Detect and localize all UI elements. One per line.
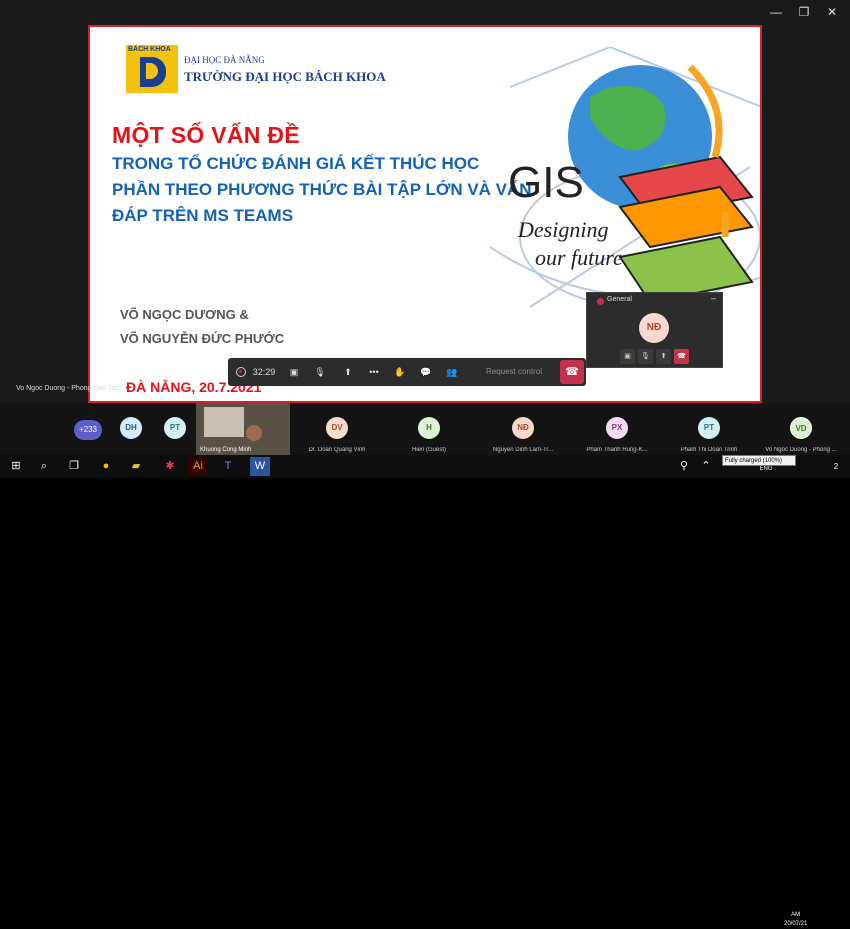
chrome-icon[interactable]: ● xyxy=(96,457,116,476)
gis-label: GIS xyxy=(508,158,584,207)
system-clock[interactable]: AM 20/07/21 xyxy=(784,911,807,929)
gis-tagline-2: our future xyxy=(535,245,623,270)
participant-tile[interactable]: PT Pham Thi Doan Trinh xyxy=(664,403,754,455)
search-icon[interactable]: ⌕ xyxy=(34,457,54,476)
avatar: DV xyxy=(326,417,348,439)
slide-authors: VÕ NGỌC DƯƠNG & VÕ NGUYỄN ĐỨC PHƯỚC xyxy=(120,303,284,351)
author-2: VÕ NGUYỄN ĐỨC PHƯỚC xyxy=(120,331,285,346)
avatar: PX xyxy=(606,417,628,439)
participant-camera-tile[interactable]: Khuong Cong Minh xyxy=(196,403,290,455)
task-view-icon[interactable]: ❐ xyxy=(64,457,84,476)
participant-tile[interactable]: H Hien (Guest) xyxy=(384,403,474,455)
network-icon[interactable]: ⌃ xyxy=(696,457,716,476)
record-dot-icon xyxy=(597,298,604,305)
participant-tile[interactable]: PX Pham Thanh Hung-K... xyxy=(572,403,662,455)
hang-up-button[interactable]: ☎ xyxy=(560,360,584,384)
camera-off-icon[interactable]: ▣ xyxy=(282,358,306,386)
recording-button[interactable] xyxy=(228,358,252,386)
meeting-timer: 32:29 xyxy=(252,367,276,377)
share-screen-icon[interactable]: ⬆ xyxy=(336,358,360,386)
participant-name: Hien (Guest) xyxy=(411,447,446,453)
participant-tile[interactable]: VD Vo Ngoc Duong - Phong ... xyxy=(756,403,846,455)
participant-tile[interactable]: NĐ Nguyen Dinh Lam-Tr... xyxy=(478,403,568,455)
illustrator-icon[interactable]: Ai xyxy=(188,457,208,476)
clock-time: AM xyxy=(791,912,801,918)
notification-badge[interactable]: 2 xyxy=(826,457,846,476)
close-button[interactable]: ✕ xyxy=(818,2,846,22)
participants-icon[interactable]: 👥 xyxy=(440,358,464,386)
avatar: NĐ xyxy=(512,417,534,439)
participant-tile[interactable]: DV Dr. Doan Quang Vinh xyxy=(292,403,382,455)
avatar: PT xyxy=(164,417,186,439)
mic-icon[interactable]: 🎙 xyxy=(638,349,653,364)
more-options-icon[interactable]: ••• xyxy=(362,358,386,386)
avatar: H xyxy=(418,417,440,439)
participant-name: Khuong Cong Minh xyxy=(200,447,252,453)
camera-icon[interactable]: ▣ xyxy=(620,349,635,364)
participant-name: Pham Thi Doan Trinh xyxy=(680,447,738,453)
participant-roster: +233 DH PT Khuong Cong Minh DV Dr. Doan … xyxy=(0,403,850,455)
avatar: VD xyxy=(790,417,812,439)
raise-hand-icon[interactable]: ✋ xyxy=(388,358,412,386)
minimize-panel-icon[interactable]: – xyxy=(711,293,716,303)
participant-name: Pham Thanh Hung-K... xyxy=(586,447,648,453)
teams-meeting-window: — ❐ ✕ BÁCH KHOA ĐẠI HỌC ĐÀ NẴNG TRƯỜNG Đ… xyxy=(0,0,850,455)
slide-subtitle: TRONG TỔ CHỨC ĐÁNH GIÁ KẾT THÚC HỌC PHẦN… xyxy=(112,154,532,225)
request-control-button[interactable]: Request control xyxy=(472,362,556,382)
phone-hangup-icon: ☎ xyxy=(565,366,579,378)
maximize-button[interactable]: ❐ xyxy=(790,2,818,22)
participant-name: Dr. Doan Quang Vinh xyxy=(308,447,366,453)
clock-date: 20/07/21 xyxy=(784,921,808,927)
minimize-button[interactable]: — xyxy=(762,2,790,22)
word-icon[interactable]: W xyxy=(250,457,270,476)
meeting-controls: 32:29 ▣ 🎙 ⬆ ••• ✋ 💬 👥 Request control ☎ xyxy=(228,358,586,386)
mic-muted-icon[interactable]: 🎙 xyxy=(308,358,332,386)
share-icon[interactable]: ⬆ xyxy=(656,349,671,364)
teams-icon[interactable]: T xyxy=(218,457,238,476)
author-1: VÕ NGỌC DƯƠNG & xyxy=(120,307,249,322)
slide-title: MỘT SỐ VẤN ĐỀ xyxy=(112,122,300,148)
file-explorer-icon[interactable]: ▰ xyxy=(126,457,146,476)
university-parent-name: ĐẠI HỌC ĐÀ NẴNG xyxy=(184,55,265,65)
windows-start-icon[interactable]: ⊞ xyxy=(6,457,26,476)
presenter-name: Vo Ngoc Duong - Phong Dao Tao xyxy=(16,385,120,392)
avatar: NĐ xyxy=(639,313,669,343)
university-name: TRƯỜNG ĐẠI HỌC BÁCH KHOA xyxy=(184,69,386,84)
general-mini-window[interactable]: General – NĐ ▣ 🎙 ⬆ ☎ xyxy=(586,292,723,368)
hang-up-icon[interactable]: ☎ xyxy=(674,349,689,364)
logo-text: BÁCH KHOA xyxy=(128,46,171,53)
university-logo: BÁCH KHOA xyxy=(126,45,178,93)
chat-icon[interactable]: 💬 xyxy=(414,358,438,386)
general-channel-title: General xyxy=(607,296,632,303)
avatar: PT xyxy=(698,417,720,439)
people-icon[interactable]: ⚲ xyxy=(674,457,694,476)
participant-name: Nguyen Dinh Lam-Tr... xyxy=(492,447,554,453)
app-icon[interactable]: ✱ xyxy=(160,457,180,476)
gis-tagline-1: Designing xyxy=(517,217,608,242)
battery-tooltip: Fully charged (100%) xyxy=(722,455,796,466)
recording-icon xyxy=(236,367,246,377)
participant-name: Vo Ngoc Duong - Phong ... xyxy=(765,447,837,453)
